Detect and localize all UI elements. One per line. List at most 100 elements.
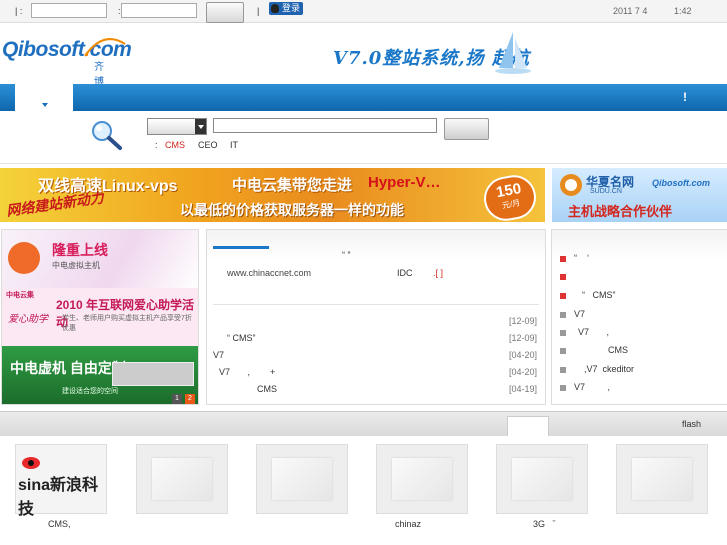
bullet-icon xyxy=(560,367,566,373)
thumb-placeholder xyxy=(512,458,572,500)
carousel-page-1[interactable]: 1 xyxy=(172,394,182,404)
notice-item[interactable]: V7 xyxy=(574,309,585,319)
news-idc: IDC xyxy=(397,268,413,278)
showcase-thumb[interactable] xyxy=(376,444,468,514)
news-tab-indicator[interactable] xyxy=(213,246,269,249)
main-nav xyxy=(0,84,727,111)
nav-caret-icon xyxy=(42,103,48,107)
notice-item[interactable]: “ CMS” xyxy=(582,290,616,300)
news-date: [04-19] xyxy=(509,384,538,394)
news-item[interactable]: CMS xyxy=(257,384,277,394)
hot-keyword-link[interactable]: CEO xyxy=(198,140,218,150)
password-input[interactable] xyxy=(121,3,197,18)
qq-login-label: 登录 xyxy=(282,3,301,13)
news-more-link[interactable]: .[ ] xyxy=(433,268,443,278)
ad-subtitle: 建设适合您的空间 xyxy=(62,388,118,395)
ad-side-text: 爱心助学 xyxy=(8,314,48,325)
news-item[interactable]: “ CMS” xyxy=(227,333,256,343)
hosting-banner-ad[interactable]: 双线高速Linux-vps 中电云集带您走进 Hyper-V… 网络建站新动力 … xyxy=(0,168,545,222)
notice-panel: “ ‘ “ CMS” V7 V7 , CMS ,V7 ckeditor V7 , xyxy=(551,229,727,405)
hot-bullet-icon xyxy=(560,274,566,280)
search-magnifier-icon xyxy=(92,121,122,150)
bullet-icon xyxy=(560,330,566,336)
search-button[interactable] xyxy=(444,118,489,140)
showcase-caption[interactable]: 3G ˇ xyxy=(533,519,556,529)
left-ad-carousel[interactable]: 隆重上线 中电虚拟主机 中电云集 爱心助学 2010 年互联网爱心助学活动 学生… xyxy=(1,229,199,405)
hot-keywords-label: : xyxy=(155,140,158,150)
ad-title: 中电虚机 自由定制 xyxy=(10,360,126,376)
news-headline[interactable]: “ ” xyxy=(342,250,351,260)
notice-item[interactable]: V7 , xyxy=(574,382,610,392)
partner-brand-sub: SUDU.CN xyxy=(590,188,622,195)
hot-keyword-link[interactable]: IT xyxy=(230,140,238,150)
topbar-separator: | xyxy=(257,6,260,16)
thumb-placeholder xyxy=(152,458,212,500)
showcase-thumb[interactable] xyxy=(256,444,348,514)
partner-text: 主机战略合作伙伴 xyxy=(568,204,673,219)
partner-banner-ad[interactable]: 华夏名网 SUDU.CN Qibosoft.com 主机战略合作伙伴 xyxy=(552,168,727,222)
search-category-select[interactable] xyxy=(147,118,207,135)
current-time: 1:42 xyxy=(674,6,692,16)
banner-line3: 以最低的价格获取服务器一样的功能 xyxy=(180,202,404,218)
search-input[interactable] xyxy=(213,118,437,133)
ad-title: 隆重上线 xyxy=(52,242,108,258)
qq-login-button[interactable]: 登录 xyxy=(269,2,304,15)
news-item[interactable]: V7 , + xyxy=(219,367,275,377)
news-link[interactable]: www.chinaccnet.com xyxy=(227,268,311,278)
carousel-page-2[interactable]: 2 xyxy=(185,394,195,404)
sina-eye-icon xyxy=(22,457,40,469)
news-date: [04-20] xyxy=(509,350,538,360)
showcase-caption[interactable]: CMS, xyxy=(48,519,71,529)
sailboat-icon xyxy=(495,32,531,74)
showcase-thumb-sina[interactable]: sina新浪科技 xyxy=(15,444,107,518)
banner-line1b: 中电云集带您走进 xyxy=(232,177,353,194)
banner-hyper: Hyper-V… xyxy=(368,174,441,191)
news-date: [12-09] xyxy=(509,316,538,326)
notice-item[interactable]: CMS xyxy=(608,345,628,355)
news-item[interactable]: V7 xyxy=(213,350,224,360)
bullet-icon xyxy=(560,348,566,354)
hot-keyword-link[interactable]: CMS xyxy=(165,140,185,150)
news-date: [12-09] xyxy=(509,333,538,343)
qq-icon xyxy=(271,4,279,13)
showcase-thumb[interactable] xyxy=(136,444,228,514)
username-input[interactable] xyxy=(31,3,107,18)
ad-slide[interactable]: 中电虚机 自由定制 建设适合您的空间 xyxy=(2,346,198,404)
showcase-header-bar xyxy=(0,411,727,436)
nav-alert-icon[interactable]: ! xyxy=(683,90,687,104)
showcase-caption[interactable]: chinaz xyxy=(395,519,421,529)
price-badge: 150 元/月 xyxy=(480,171,540,222)
partner-qibo-logo: Qibosoft.com xyxy=(652,178,710,188)
showcase-thumb[interactable] xyxy=(496,444,588,514)
notice-item[interactable]: ,V7 ckeditor xyxy=(584,364,634,374)
partner-logo-icon xyxy=(560,174,582,196)
hot-bullet-icon xyxy=(560,293,566,299)
logo-swoosh-icon xyxy=(84,38,126,57)
ad-subtitle: 学生、老师用户购买虚拟主机产品享受7折优惠 xyxy=(62,315,192,332)
notice-item[interactable]: V7 , xyxy=(578,327,609,337)
login-submit-button[interactable] xyxy=(206,2,244,23)
thumb-placeholder xyxy=(272,458,332,500)
showcase-tab[interactable] xyxy=(507,416,549,436)
sina-logo-text: sina新浪科技 xyxy=(18,477,99,518)
logo-main: Qibosoft xyxy=(2,38,85,61)
news-date: [04-20] xyxy=(509,367,538,377)
topbar-separator: | : xyxy=(15,6,23,16)
flash-tab-label[interactable]: flash xyxy=(682,419,701,429)
news-panel: “ ” www.chinaccnet.com IDC .[ ] [12-09] … xyxy=(206,229,546,405)
nav-item-home[interactable] xyxy=(15,84,73,111)
chevron-down-icon xyxy=(195,119,206,134)
ad-slide[interactable]: 隆重上线 中电虚拟主机 xyxy=(2,230,198,288)
ad-brand: 中电云集 xyxy=(6,292,34,299)
bullet-icon xyxy=(560,385,566,391)
showcase-thumb[interactable] xyxy=(616,444,708,514)
notice-item[interactable]: “ ‘ xyxy=(574,253,589,263)
server-image xyxy=(112,362,194,386)
thumb-placeholder xyxy=(632,458,692,500)
current-date: 2011 7 4 xyxy=(613,6,648,16)
ad-slide[interactable]: 中电云集 爱心助学 2010 年互联网爱心助学活动 学生、老师用户购买虚拟主机产… xyxy=(2,288,198,346)
ad-subtitle: 中电虚拟主机 xyxy=(52,261,100,270)
hot-bullet-icon xyxy=(560,256,566,262)
news-divider xyxy=(213,304,539,305)
ad-logo-icon xyxy=(8,242,40,274)
